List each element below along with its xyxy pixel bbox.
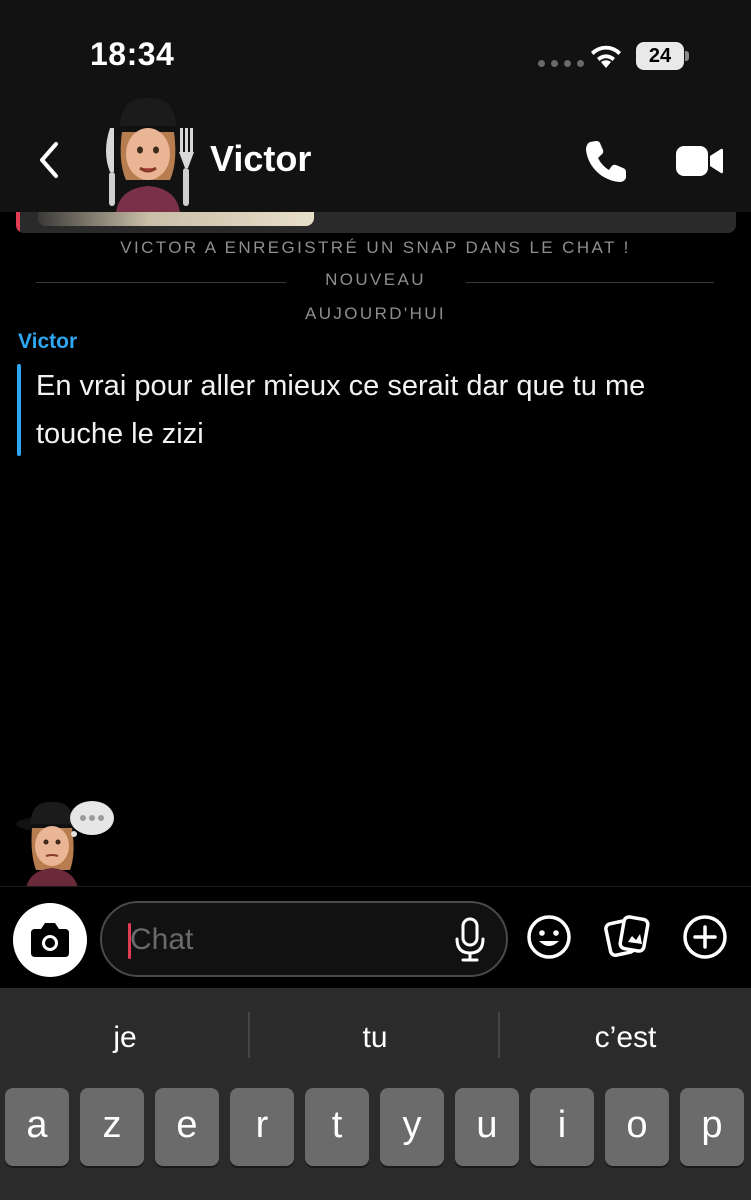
message-text[interactable]: En vrai pour aller mieux ce serait dar q… <box>36 362 726 458</box>
key-o[interactable]: o <box>605 1088 669 1166</box>
status-time: 18:34 <box>90 36 175 72</box>
plus-icon[interactable] <box>682 914 728 960</box>
key-e[interactable]: e <box>155 1088 219 1166</box>
suggestion-2[interactable]: tu <box>250 1014 500 1062</box>
key-i[interactable]: i <box>530 1088 594 1166</box>
chat-input-field[interactable] <box>100 901 508 977</box>
message-sender-bar <box>17 364 21 456</box>
key-p[interactable]: p <box>680 1088 744 1166</box>
message-sender: Victor <box>18 330 78 353</box>
back-chevron-icon[interactable] <box>30 140 70 180</box>
saved-snap-preview[interactable] <box>16 212 736 233</box>
chat-input[interactable] <box>130 917 430 963</box>
battery-level: 24 <box>648 45 672 67</box>
contact-name[interactable]: Victor <box>210 138 311 180</box>
camera-button[interactable] <box>13 903 87 977</box>
key-t[interactable]: t <box>305 1088 369 1166</box>
key-r[interactable]: r <box>230 1088 294 1166</box>
wifi-icon <box>591 45 621 68</box>
video-camera-icon[interactable] <box>674 142 724 180</box>
new-label: NOUVEAU <box>325 270 426 289</box>
key-y[interactable]: y <box>380 1088 444 1166</box>
key-z[interactable]: z <box>80 1088 144 1166</box>
key-u[interactable]: u <box>455 1088 519 1166</box>
typing-indicator-avatar <box>16 801 114 888</box>
date-separator: AUJOURD'HUI <box>304 304 447 323</box>
battery-indicator: 24 <box>636 42 690 70</box>
phone-icon[interactable] <box>582 138 630 184</box>
key-a[interactable]: a <box>5 1088 69 1166</box>
emoji-icon[interactable] <box>526 914 572 960</box>
camera-icon <box>31 923 69 957</box>
cellular-signal-icon <box>538 60 584 67</box>
keyboard: je tu c’est a z e r t y u i o p <box>0 988 751 1200</box>
system-message-saved-snap: VICTOR A ENREGISTRÉ UN SNAP DANS LE CHAT… <box>120 238 631 257</box>
new-messages-divider: NOUVEAU <box>0 270 751 294</box>
header-avatar[interactable] <box>96 92 200 212</box>
suggestion-3[interactable]: c’est <box>500 1014 751 1062</box>
microphone-icon[interactable] <box>452 917 488 963</box>
memories-icon[interactable] <box>602 912 652 962</box>
suggestion-1[interactable]: je <box>0 1014 250 1062</box>
